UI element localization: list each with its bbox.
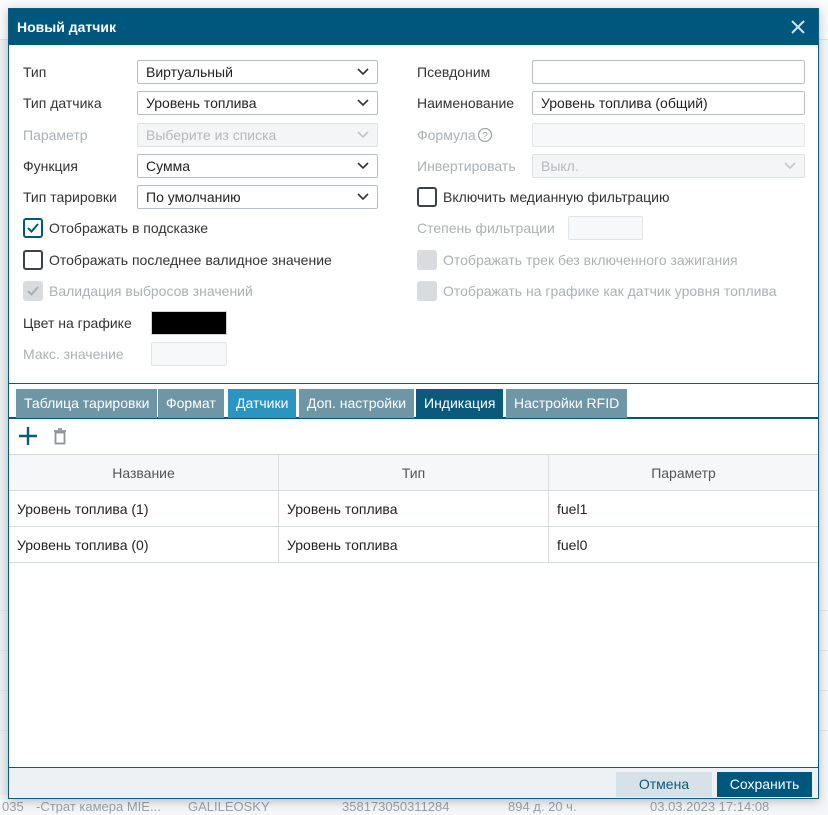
table-cell: Уровень топлива <box>279 491 549 527</box>
invert-select[interactable]: Выкл. <box>532 154 805 178</box>
calibration-type-label: Тип тарировки <box>23 189 117 205</box>
dialog-titlebar: Новый датчик <box>9 9 818 45</box>
name-label: Наименование <box>417 95 515 111</box>
chevron-down-icon <box>357 131 369 139</box>
table-cell: Уровень топлива <box>279 527 549 563</box>
background-cell: 03.03.2023 17:14:08 <box>650 799 770 814</box>
tab-format[interactable]: Формат <box>158 389 224 418</box>
outlier-validation-checkbox[interactable] <box>23 281 43 301</box>
table-row[interactable]: Уровень топлива (1) Уровень топлива fuel… <box>9 491 818 527</box>
chevron-down-icon <box>357 193 369 201</box>
chevron-down-icon <box>357 162 369 170</box>
checkmark-icon <box>27 223 39 233</box>
table-cell: Уровень топлива (1) <box>9 491 279 527</box>
formula-label: Формула <box>417 127 476 143</box>
median-filter-checkbox[interactable] <box>417 187 437 207</box>
tab-bar: Таблица тарировки Формат Датчики Доп. на… <box>9 383 818 419</box>
background-right-strip <box>820 40 828 815</box>
chart-color-label: Цвет на графике <box>23 315 132 331</box>
sensor-type-select[interactable]: Уровень топлива <box>137 91 378 115</box>
filter-degree-input[interactable] <box>568 216 643 240</box>
tab-calibration-table[interactable]: Таблица тарировки <box>16 389 158 418</box>
show-in-tooltip-label[interactable]: Отображать в подсказке <box>49 220 208 236</box>
background-cell: 358173050311284 <box>342 799 450 814</box>
formula-input[interactable] <box>532 123 805 147</box>
grid-header-row: Название Тип Параметр <box>9 455 818 491</box>
dialog-title: Новый датчик <box>17 19 116 35</box>
show-last-valid-checkbox[interactable] <box>23 250 43 270</box>
grid-toolbar <box>9 419 818 454</box>
tab-extra-settings[interactable]: Доп. настройки <box>299 389 415 418</box>
alias-label: Псевдоним <box>417 64 491 80</box>
close-icon[interactable] <box>788 17 808 37</box>
max-value-input[interactable] <box>151 342 227 366</box>
table-cell: fuel1 <box>557 501 588 517</box>
dialog-footer: Отмена Сохранить <box>9 767 818 798</box>
alias-input[interactable] <box>532 60 805 84</box>
trash-icon[interactable] <box>49 425 71 447</box>
parameter-select[interactable]: Выберите из списка <box>137 123 378 147</box>
invert-label: Инвертировать <box>417 158 516 174</box>
plus-icon[interactable] <box>17 425 39 447</box>
help-icon[interactable]: ? <box>477 127 493 143</box>
indication-grid: Название Тип Параметр Уровень топлива (1… <box>9 454 818 563</box>
show-as-fuel-sensor-label: Отображать на графике как датчик уровня … <box>443 283 777 299</box>
chevron-down-icon <box>784 162 796 170</box>
save-button[interactable]: Сохранить <box>717 772 812 797</box>
max-value-label: Макс. значение <box>23 346 124 362</box>
track-without-ignition-label: Отображать трек без включенного зажигани… <box>443 252 738 268</box>
median-filter-label[interactable]: Включить медианную фильтрацию <box>443 189 669 205</box>
background-cell: -Страт камера MIE... <box>36 799 161 814</box>
checkmark-icon <box>27 286 39 296</box>
background-cell: GALILEOSKY <box>188 799 270 814</box>
show-in-tooltip-checkbox[interactable] <box>23 218 43 238</box>
filter-degree-label: Степень фильтрации <box>417 220 555 236</box>
show-last-valid-label[interactable]: Отображать последнее валидное значение <box>49 252 332 268</box>
background-cell: 035 <box>2 799 24 814</box>
sensor-type-select-value: Уровень топлива <box>146 95 257 111</box>
sensor-form: Тип Виртуальный Тип датчика Уровень топл… <box>9 45 818 383</box>
type-select[interactable]: Виртуальный <box>137 60 378 84</box>
type-label: Тип <box>23 64 47 80</box>
cancel-button[interactable]: Отмена <box>616 772 712 797</box>
tab-sensors[interactable]: Датчики <box>228 389 297 418</box>
chevron-down-icon <box>357 68 369 76</box>
table-cell: Уровень топлива (0) <box>9 527 279 563</box>
column-header-name[interactable]: Название <box>9 455 279 491</box>
table-row[interactable]: Уровень топлива (0) Уровень топлива fuel… <box>9 527 818 563</box>
svg-text:?: ? <box>482 131 488 142</box>
parameter-select-placeholder: Выберите из списка <box>146 127 277 143</box>
chevron-down-icon <box>357 99 369 107</box>
column-header-parameter[interactable]: Параметр <box>549 455 818 491</box>
sensor-type-label: Тип датчика <box>23 95 102 111</box>
new-sensor-dialog: Новый датчик Тип Виртуальный Тип датчика… <box>8 8 819 799</box>
type-select-value: Виртуальный <box>146 64 233 80</box>
name-input[interactable]: Уровень топлива (общий) <box>532 91 805 115</box>
show-as-fuel-sensor-checkbox[interactable] <box>417 281 437 301</box>
chart-color-swatch[interactable] <box>151 311 227 335</box>
tab-indication[interactable]: Индикация <box>416 389 504 418</box>
function-label: Функция <box>23 158 78 174</box>
parameter-label: Параметр <box>23 127 88 143</box>
background-cell: 894 д. 20 ч. <box>508 799 577 814</box>
function-select[interactable]: Сумма <box>137 154 378 178</box>
invert-select-value: Выкл. <box>541 158 579 174</box>
tab-rfid-settings[interactable]: Настройки RFID <box>506 389 628 418</box>
table-cell: fuel0 <box>557 537 588 553</box>
calibration-type-select-value: По умолчанию <box>146 189 241 205</box>
column-header-type[interactable]: Тип <box>279 455 549 491</box>
track-without-ignition-checkbox[interactable] <box>417 250 437 270</box>
function-select-value: Сумма <box>146 158 190 174</box>
calibration-type-select[interactable]: По умолчанию <box>137 185 378 209</box>
outlier-validation-label: Валидация выбросов значений <box>49 283 253 299</box>
